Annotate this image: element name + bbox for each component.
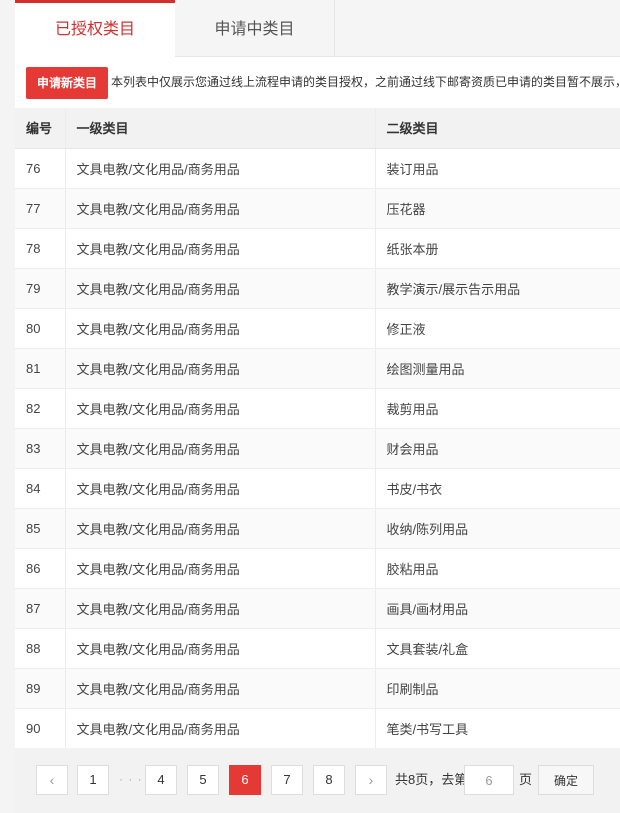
cell-id: 82 — [15, 388, 66, 429]
header-level2: 二级类目 — [375, 108, 620, 149]
cell-id: 85 — [15, 508, 66, 549]
cell-level2: 纸张本册 — [375, 228, 620, 269]
table-row: 76 文具电教/文化用品/商务用品 装订用品 — [15, 148, 620, 189]
cell-level1: 文具电教/文化用品/商务用品 — [65, 348, 376, 389]
notice-bar: 申请新类目 本列表中仅展示您通过线上流程申请的类目授权，之前通过线下邮寄资质已申… — [15, 64, 620, 100]
table-row: 84 文具电教/文化用品/商务用品 书皮/书衣 — [15, 468, 620, 509]
table-row: 81 文具电教/文化用品/商务用品 绘图测量用品 — [15, 348, 620, 389]
table-row: 77 文具电教/文化用品/商务用品 压花器 — [15, 188, 620, 229]
cell-level2: 绘图测量用品 — [375, 348, 620, 389]
page-unit-text: 页 — [519, 772, 533, 787]
cell-id: 78 — [15, 228, 66, 269]
cell-id: 88 — [15, 628, 66, 669]
category-table: 编号 一级类目 二级类目 76 文具电教/文化用品/商务用品 装订用品 77 文具电教/… — [15, 108, 620, 749]
table-header-row: 编号 一级类目 二级类目 — [15, 108, 620, 149]
cell-level1: 文具电教/文化用品/商务用品 — [65, 188, 376, 229]
cell-level1: 文具电教/文化用品/商务用品 — [65, 668, 376, 709]
tab-authorized[interactable]: 已授权类目 — [15, 0, 175, 57]
table-row: 80 文具电教/文化用品/商务用品 修正液 — [15, 308, 620, 349]
cell-level2: 笔类/书写工具 — [375, 708, 620, 749]
cell-id: 76 — [15, 148, 66, 189]
table-body: 76 文具电教/文化用品/商务用品 装订用品 77 文具电教/文化用品/商务用品 压花器 7… — [15, 148, 620, 749]
cell-id: 80 — [15, 308, 66, 349]
category-panel: 已授权类目 申请中类目 申请新类目 本列表中仅展示您通过线上流程申请的类目授权，… — [15, 0, 620, 813]
header-level1: 一级类目 — [65, 108, 376, 149]
table-row: 89 文具电教/文化用品/商务用品 印刷制品 — [15, 668, 620, 709]
header-id: 编号 — [15, 108, 66, 149]
table-row: 86 文具电教/文化用品/商务用品 胶粘用品 — [15, 548, 620, 589]
page-ellipsis: · · · — [119, 772, 143, 786]
cell-level2: 压花器 — [375, 188, 620, 229]
chevron-left-icon: ‹ — [49, 772, 55, 788]
cell-level1: 文具电教/文化用品/商务用品 — [65, 308, 376, 349]
chevron-right-icon: › — [368, 772, 374, 788]
cell-level1: 文具电教/文化用品/商务用品 — [65, 588, 376, 629]
cell-id: 90 — [15, 708, 66, 749]
tab-bar: 已授权类目 申请中类目 — [15, 0, 620, 57]
table-row: 82 文具电教/文化用品/商务用品 裁剪用品 — [15, 388, 620, 429]
cell-level1: 文具电教/文化用品/商务用品 — [65, 148, 376, 189]
cell-level2: 书皮/书衣 — [375, 468, 620, 509]
cell-level1: 文具电教/文化用品/商务用品 — [65, 708, 376, 749]
next-page-button[interactable]: › — [355, 765, 387, 795]
page-8-button[interactable]: 8 — [313, 765, 345, 795]
cell-level1: 文具电教/文化用品/商务用品 — [65, 548, 376, 589]
cell-id: 86 — [15, 548, 66, 589]
cell-level1: 文具电教/文化用品/商务用品 — [65, 388, 376, 429]
table-row: 87 文具电教/文化用品/商务用品 画具/画材用品 — [15, 588, 620, 629]
cell-id: 81 — [15, 348, 66, 389]
confirm-goto-button[interactable]: 确定 — [538, 765, 594, 795]
cell-level1: 文具电教/文化用品/商务用品 — [65, 628, 376, 669]
page-6-current[interactable]: 6 — [229, 765, 261, 795]
table-row: 79 文具电教/文化用品/商务用品 教学演示/展示告示用品 — [15, 268, 620, 309]
cell-level2: 教学演示/展示告示用品 — [375, 268, 620, 309]
page-7-button[interactable]: 7 — [271, 765, 303, 795]
pagination: ‹ 1 · · · 4 5 6 7 8 › 共8页，去第 页 确定 — [15, 748, 620, 813]
cell-id: 87 — [15, 588, 66, 629]
cell-level1: 文具电教/文化用品/商务用品 — [65, 468, 376, 509]
notice-text: 本列表中仅展示您通过线上流程申请的类目授权，之前通过线下邮寄资质已申请的类目暂不… — [111, 75, 620, 89]
cell-level2: 印刷制品 — [375, 668, 620, 709]
page-5-button[interactable]: 5 — [187, 765, 219, 795]
cell-level1: 文具电教/文化用品/商务用品 — [65, 428, 376, 469]
apply-new-category-button[interactable]: 申请新类目 — [26, 67, 108, 99]
cell-id: 84 — [15, 468, 66, 509]
tab-pending[interactable]: 申请中类目 — [175, 0, 335, 56]
page-4-button[interactable]: 4 — [145, 765, 177, 795]
cell-id: 77 — [15, 188, 66, 229]
cell-level2: 文具套装/礼盒 — [375, 628, 620, 669]
table-row: 90 文具电教/文化用品/商务用品 笔类/书写工具 — [15, 708, 620, 749]
table-row: 78 文具电教/文化用品/商务用品 纸张本册 — [15, 228, 620, 269]
cell-id: 89 — [15, 668, 66, 709]
table-row: 83 文具电教/文化用品/商务用品 财会用品 — [15, 428, 620, 469]
cell-level1: 文具电教/文化用品/商务用品 — [65, 268, 376, 309]
cell-level2: 装订用品 — [375, 148, 620, 189]
page-1-button[interactable]: 1 — [77, 765, 109, 795]
cell-level1: 文具电教/文化用品/商务用品 — [65, 508, 376, 549]
cell-level2: 收纳/陈列用品 — [375, 508, 620, 549]
cell-id: 79 — [15, 268, 66, 309]
cell-level2: 修正液 — [375, 308, 620, 349]
cell-id: 83 — [15, 428, 66, 469]
cell-level2: 胶粘用品 — [375, 548, 620, 589]
cell-level2: 裁剪用品 — [375, 388, 620, 429]
table-row: 88 文具电教/文化用品/商务用品 文具套装/礼盒 — [15, 628, 620, 669]
table-row: 85 文具电教/文化用品/商务用品 收纳/陈列用品 — [15, 508, 620, 549]
cell-level1: 文具电教/文化用品/商务用品 — [65, 228, 376, 269]
cell-level2: 画具/画材用品 — [375, 588, 620, 629]
goto-page-input[interactable] — [464, 765, 514, 795]
cell-level2: 财会用品 — [375, 428, 620, 469]
prev-page-button[interactable]: ‹ — [36, 765, 68, 795]
total-pages-text: 共8页，去第 — [395, 772, 468, 787]
